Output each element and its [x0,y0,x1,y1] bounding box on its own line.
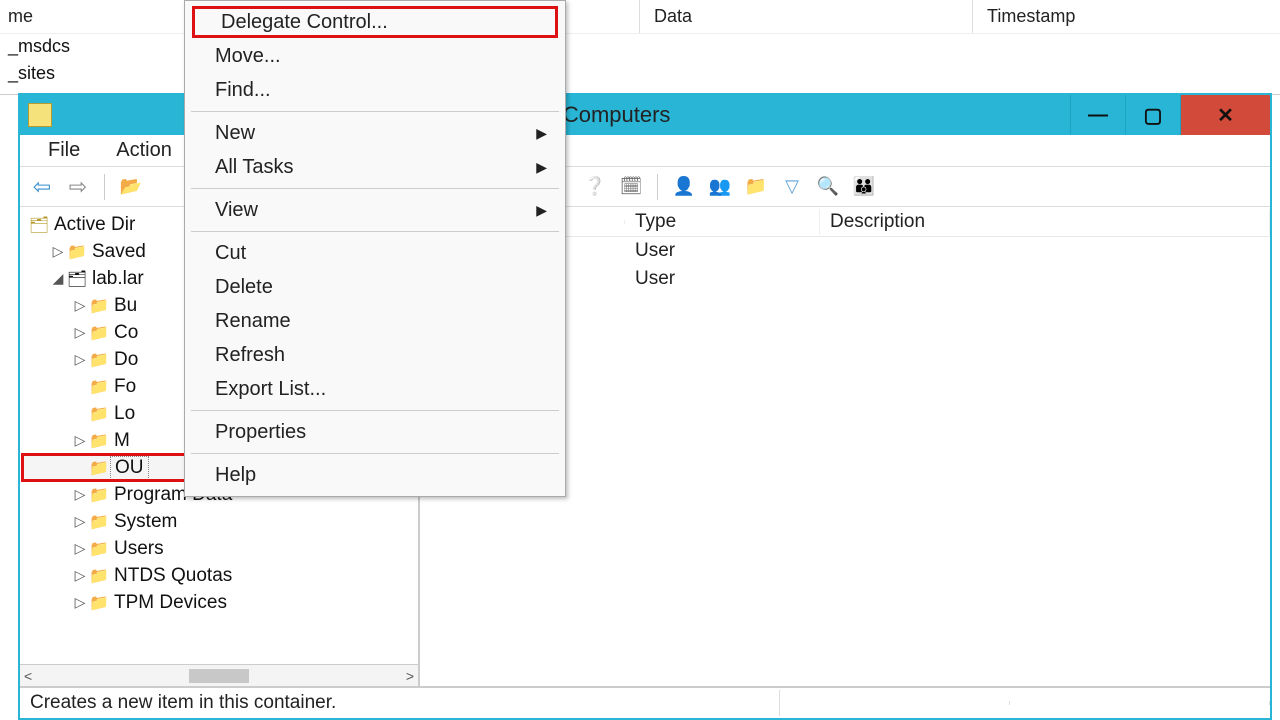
dns-col-timestamp[interactable]: Timestamp [979,2,1083,31]
ctx-cut[interactable]: Cut [185,236,565,270]
ctx-rename[interactable]: Rename [185,304,565,338]
maximize-button[interactable]: ▢ [1125,95,1180,135]
scroll-right-icon[interactable]: > [406,668,414,684]
ctx-separator [191,453,559,454]
ctx-separator [191,231,559,232]
submenu-arrow-icon: ▶ [536,125,547,142]
find-icon[interactable] [814,173,842,201]
ctx-help[interactable]: Help [185,458,565,492]
ctx-delegate-control[interactable]: Delegate Control... [191,5,559,39]
folder-icon [88,376,110,398]
ctx-new[interactable]: New▶ [185,116,565,150]
dns-col-name[interactable]: me [0,2,180,31]
folder-icon [88,592,110,614]
ctx-refresh[interactable]: Refresh [185,338,565,372]
minimize-button[interactable]: — [1070,95,1125,135]
submenu-arrow-icon: ▶ [536,202,547,219]
folder-icon [66,241,88,263]
up-folder-icon[interactable] [117,173,145,201]
folder-icon [88,349,110,371]
folder-icon [88,538,110,560]
submenu-arrow-icon: ▶ [536,159,547,176]
ctx-all-tasks[interactable]: All Tasks▶ [185,150,565,184]
ctx-find[interactable]: Find... [185,73,565,107]
expander-icon[interactable]: ▷ [72,513,88,530]
folder-icon [88,457,110,479]
filter-icon[interactable] [778,173,806,201]
new-user-icon[interactable] [670,173,698,201]
statusbar: Creates a new item in this container. [20,687,1270,717]
status-text: Creates a new item in this container. [20,690,780,716]
ctx-properties[interactable]: Properties [185,415,565,449]
expander-icon[interactable]: ▷ [72,594,88,611]
context-menu: Delegate Control...Move...Find... New▶All… [184,0,566,497]
folder-icon [88,484,110,506]
expander-icon[interactable]: ▷ [72,567,88,584]
expander-icon[interactable]: ▷ [72,432,88,449]
schedule-icon[interactable] [617,173,645,201]
expander-icon[interactable]: ▷ [50,243,66,260]
ctx-separator [191,410,559,411]
ctx-export-list[interactable]: Export List... [185,372,565,406]
close-button[interactable]: ✕ [1180,95,1270,135]
folder-icon [66,268,88,290]
folder-icon [88,430,110,452]
ctx-separator [191,111,559,112]
scroll-thumb[interactable] [189,669,249,683]
root-icon [28,214,50,236]
tree-item-users[interactable]: ▷Users [22,535,418,562]
ctx-delete[interactable]: Delete [185,270,565,304]
expander-icon[interactable]: ▷ [72,324,88,341]
menu-file[interactable]: File [30,137,98,164]
forward-icon[interactable] [64,173,92,201]
tree-item-tpm-devices[interactable]: ▷TPM Devices [22,589,418,616]
folder-icon [88,511,110,533]
tree-hscrollbar[interactable]: < > [20,664,418,686]
folder-icon [88,295,110,317]
app-icon [28,103,52,127]
dns-col-data[interactable]: Data [646,2,966,31]
menu-action[interactable]: Action [98,137,190,164]
expander-icon[interactable]: ▷ [72,351,88,368]
ctx-separator [191,188,559,189]
tree-item-ntds-quotas[interactable]: ▷NTDS Quotas [22,562,418,589]
back-icon[interactable] [28,173,56,201]
new-ou-icon[interactable] [742,173,770,201]
list-col-type[interactable]: Type [625,209,820,235]
folder-icon [88,322,110,344]
expander-icon[interactable]: ◢ [50,270,66,287]
ctx-view[interactable]: View▶ [185,193,565,227]
new-group-icon[interactable] [706,173,734,201]
expander-icon[interactable]: ▷ [72,486,88,503]
scroll-left-icon[interactable]: < [24,668,32,684]
help-icon[interactable] [581,173,609,201]
ctx-move[interactable]: Move... [185,39,565,73]
expander-icon[interactable]: ▷ [72,540,88,557]
expander-icon[interactable]: ▷ [72,297,88,314]
folder-icon [88,403,110,425]
tree-item-system[interactable]: ▷System [22,508,418,535]
folder-icon [88,565,110,587]
list-col-desc[interactable]: Description [820,209,1270,235]
add-to-group-icon[interactable] [850,173,878,201]
